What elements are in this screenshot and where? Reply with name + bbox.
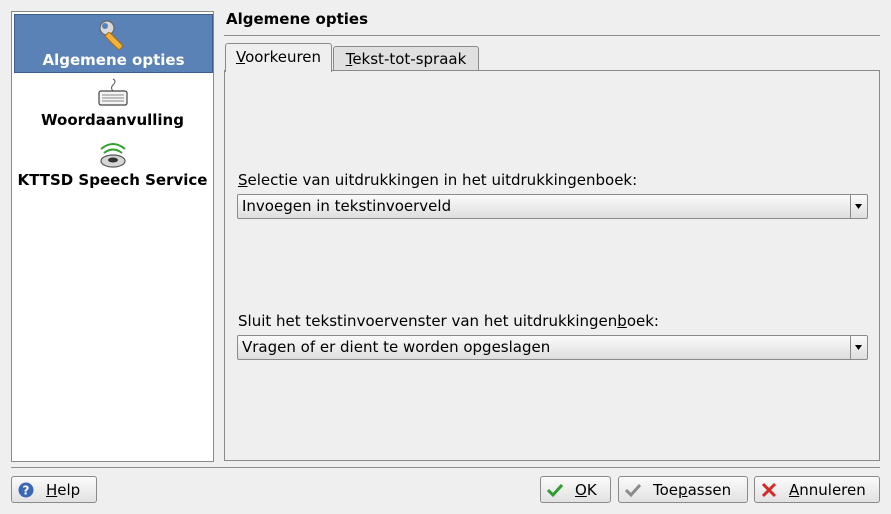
keyboard-icon [97,78,128,106]
label-accelerator: H [46,481,58,499]
speaker-icon [99,143,126,168]
help-label: Help [46,481,80,499]
close-combobox[interactable]: Vragen of er dient te worden opgeslagen [237,335,868,360]
label-accelerator: p [678,481,688,499]
label-accelerator: b [617,312,627,330]
sidebar-list: Algemene opties Woordaanvulling KTTSD Sp… [11,11,214,462]
tab-accelerator: V [235,48,246,66]
bottom-divider [11,467,880,468]
chevron-down-icon [855,345,862,350]
apply-label: Toepassen [653,481,731,499]
tab-panel-voorkeuren: Selectie van uitdrukkingen in het uitdru… [224,70,880,461]
label-accelerator: O [575,481,587,499]
selection-combobox[interactable]: Invoegen in tekstinvoerveld [237,194,868,219]
close-label: Sluit het tekstinvoervenster van het uit… [238,312,659,330]
label-part: assen [687,481,732,499]
title-divider [224,35,880,36]
wrench-icon [98,20,123,50]
tab-label-part: ekst-tot-spraak [352,50,467,68]
dropdown-button[interactable] [850,195,867,218]
label-part: Sluit het tekstinvoervenster van het uit… [238,312,618,330]
label-part: elp [57,481,81,499]
label-part: oek: [626,312,659,330]
sidebar-item-label: KTTSD Speech Service [17,171,208,189]
sidebar-item-label: Woordaanvulling [41,111,184,129]
label-part: electie van uitdrukkingen in het uitdruk… [247,171,638,189]
selection-value: Invoegen in tekstinvoerveld [242,197,452,215]
svg-text:?: ? [23,484,30,498]
check-gray-icon [625,483,641,498]
sidebar-item-kttsd-speech-service[interactable]: KTTSD Speech Service [14,134,211,192]
sidebar-item-algemene-opties[interactable]: Algemene opties [14,14,213,73]
label-part: nnuleren [799,481,866,499]
label-accelerator: S [238,171,248,189]
apply-button[interactable]: Toepassen [618,476,748,503]
ok-label: OK [575,481,597,499]
check-icon [547,483,563,498]
help-button[interactable]: ? Help [11,476,97,503]
cancel-button[interactable]: Annuleren [754,476,880,503]
chevron-down-icon [855,204,862,209]
page-title: Algemene opties [226,10,368,28]
cancel-label: Annuleren [789,481,866,499]
close-value: Vragen of er dient te worden opgeslagen [242,338,551,356]
sidebar-item-label: Algemene opties [42,51,185,69]
label-part: Toe [653,481,679,499]
tab-voorkeuren[interactable]: Voorkeuren [225,43,332,72]
label-accelerator: A [789,481,800,499]
selection-label: Selectie van uitdrukkingen in het uitdru… [238,171,637,189]
dropdown-button[interactable] [850,336,867,359]
ok-button[interactable]: OK [540,476,611,503]
help-icon: ? [18,482,34,498]
tab-label-part: oorkeuren [245,48,322,66]
tab-tekst-tot-spraak[interactable]: Tekst-tot-spraak [333,46,479,71]
sidebar-item-woordaanvulling[interactable]: Woordaanvulling [14,74,211,132]
cancel-icon [761,482,777,498]
label-part: K [586,481,597,499]
